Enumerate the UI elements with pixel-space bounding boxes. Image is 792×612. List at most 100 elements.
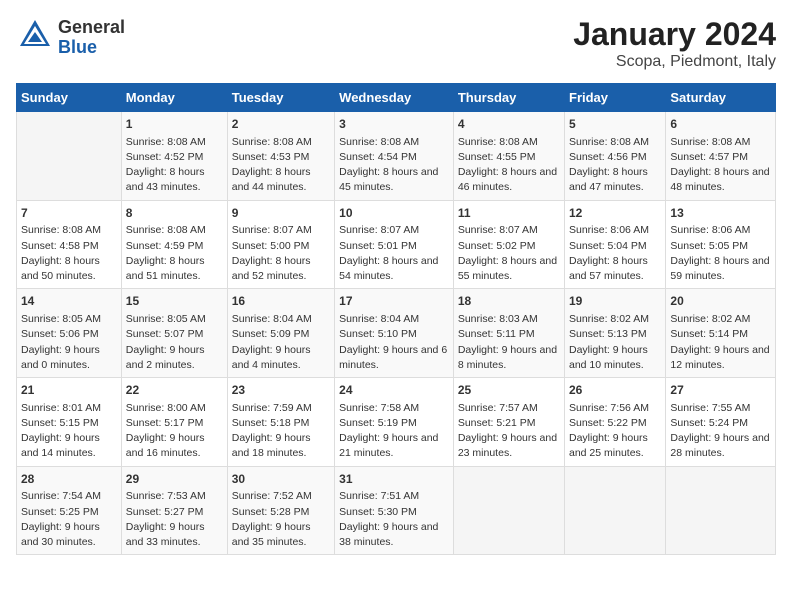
day-number: 31 <box>339 471 449 488</box>
day-info: Sunrise: 8:07 AMSunset: 5:02 PMDaylight:… <box>458 223 560 284</box>
day-number: 24 <box>339 382 449 399</box>
day-info: Sunrise: 8:02 AMSunset: 5:13 PMDaylight:… <box>569 312 661 373</box>
calendar-subtitle: Scopa, Piedmont, Italy <box>573 53 776 71</box>
day-number: 10 <box>339 205 449 222</box>
day-number: 21 <box>21 382 117 399</box>
day-info: Sunrise: 8:03 AMSunset: 5:11 PMDaylight:… <box>458 312 560 373</box>
logo: General Blue <box>16 16 125 59</box>
calendar-cell: 11Sunrise: 8:07 AMSunset: 5:02 PMDayligh… <box>453 200 564 289</box>
day-info: Sunrise: 8:00 AMSunset: 5:17 PMDaylight:… <box>126 401 223 462</box>
day-number: 4 <box>458 116 560 133</box>
day-info: Sunrise: 8:06 AMSunset: 5:05 PMDaylight:… <box>670 223 771 284</box>
calendar-cell: 26 Sunrise: 7:56 AMSunset: 5:22 PMDayligh… <box>565 378 666 467</box>
calendar-cell: 1 Sunrise: 8:08 AMSunset: 4:52 PMDaylight… <box>121 112 227 201</box>
calendar-cell: 22 Sunrise: 8:00 AMSunset: 5:17 PMDayligh… <box>121 378 227 467</box>
day-info: Sunrise: 8:02 AMSunset: 5:14 PMDaylight:… <box>670 312 771 373</box>
day-number: 25 <box>458 382 560 399</box>
day-info: Sunrise: 8:01 AMSunset: 5:15 PMDaylight:… <box>21 401 117 462</box>
day-number: 27 <box>670 382 771 399</box>
day-number: 2 <box>232 116 330 133</box>
day-number: 9 <box>232 205 330 222</box>
day-info: Sunrise: 8:06 AMSunset: 5:04 PMDaylight:… <box>569 223 661 284</box>
day-number: 1 <box>126 116 223 133</box>
day-info: Sunrise: 7:55 AMSunset: 5:24 PMDaylight:… <box>670 401 771 462</box>
day-number: 30 <box>232 471 330 488</box>
day-number: 20 <box>670 293 771 310</box>
calendar-cell: 30Sunrise: 7:52 AMSunset: 5:28 PMDayligh… <box>227 466 334 555</box>
header-thursday: Thursday <box>453 84 564 112</box>
calendar-cell: 24Sunrise: 7:58 AMSunset: 5:19 PMDayligh… <box>335 378 454 467</box>
logo-general-text: General <box>58 18 125 38</box>
day-number: 7 <box>21 205 117 222</box>
calendar-cell: 12Sunrise: 8:06 AMSunset: 5:04 PMDayligh… <box>565 200 666 289</box>
calendar-cell: 29Sunrise: 7:53 AMSunset: 5:27 PMDayligh… <box>121 466 227 555</box>
calendar-cell: 8Sunrise: 8:08 AMSunset: 4:59 PMDaylight… <box>121 200 227 289</box>
day-number: 8 <box>126 205 223 222</box>
day-info: Sunrise: 8:04 AMSunset: 5:09 PMDaylight:… <box>232 312 330 373</box>
calendar-cell: 16 Sunrise: 8:04 AMSunset: 5:09 PMDayligh… <box>227 289 334 378</box>
day-info: Sunrise: 8:05 AMSunset: 5:07 PMDaylight:… <box>126 312 223 373</box>
calendar-cell: 20 Sunrise: 8:02 AMSunset: 5:14 PMDayligh… <box>666 289 776 378</box>
day-number: 5 <box>569 116 661 133</box>
calendar-title: January 2024 <box>573 16 776 53</box>
title-block: January 2024 Scopa, Piedmont, Italy <box>573 16 776 71</box>
day-info: Sunrise: 7:56 AMSunset: 5:22 PMDaylight:… <box>569 401 661 462</box>
day-info: Sunrise: 7:54 AMSunset: 5:25 PMDaylight:… <box>21 489 117 550</box>
day-info: Sunrise: 8:04 AMSunset: 5:10 PMDaylight:… <box>339 312 449 373</box>
day-number: 14 <box>21 293 117 310</box>
header-friday: Friday <box>565 84 666 112</box>
day-info: Sunrise: 8:08 AMSunset: 4:59 PMDaylight:… <box>126 223 223 284</box>
calendar-week-row: 14 Sunrise: 8:05 AMSunset: 5:06 PMDayligh… <box>17 289 776 378</box>
day-info: Sunrise: 7:53 AMSunset: 5:27 PMDaylight:… <box>126 489 223 550</box>
calendar-week-row: 1 Sunrise: 8:08 AMSunset: 4:52 PMDaylight… <box>17 112 776 201</box>
day-info: Sunrise: 8:08 AMSunset: 4:52 PMDaylight:… <box>126 135 223 196</box>
calendar-cell: 3Sunrise: 8:08 AMSunset: 4:54 PMDaylight… <box>335 112 454 201</box>
calendar-header-row: SundayMondayTuesdayWednesdayThursdayFrid… <box>17 84 776 112</box>
day-number: 16 <box>232 293 330 310</box>
calendar-week-row: 21 Sunrise: 8:01 AMSunset: 5:15 PMDayligh… <box>17 378 776 467</box>
calendar-cell: 28Sunrise: 7:54 AMSunset: 5:25 PMDayligh… <box>17 466 122 555</box>
day-number: 17 <box>339 293 449 310</box>
day-number: 18 <box>458 293 560 310</box>
calendar-cell <box>666 466 776 555</box>
header-sunday: Sunday <box>17 84 122 112</box>
day-info: Sunrise: 7:52 AMSunset: 5:28 PMDaylight:… <box>232 489 330 550</box>
calendar-cell: 5Sunrise: 8:08 AMSunset: 4:56 PMDaylight… <box>565 112 666 201</box>
calendar-cell: 23Sunrise: 7:59 AMSunset: 5:18 PMDayligh… <box>227 378 334 467</box>
calendar-week-row: 28Sunrise: 7:54 AMSunset: 5:25 PMDayligh… <box>17 466 776 555</box>
day-number: 29 <box>126 471 223 488</box>
day-info: Sunrise: 8:05 AMSunset: 5:06 PMDaylight:… <box>21 312 117 373</box>
header-saturday: Saturday <box>666 84 776 112</box>
calendar-cell: 2Sunrise: 8:08 AMSunset: 4:53 PMDaylight… <box>227 112 334 201</box>
calendar-week-row: 7Sunrise: 8:08 AMSunset: 4:58 PMDaylight… <box>17 200 776 289</box>
day-number: 12 <box>569 205 661 222</box>
day-info: Sunrise: 7:51 AMSunset: 5:30 PMDaylight:… <box>339 489 449 550</box>
calendar-cell: 14 Sunrise: 8:05 AMSunset: 5:06 PMDayligh… <box>17 289 122 378</box>
calendar-cell: 6 Sunrise: 8:08 AMSunset: 4:57 PMDaylight… <box>666 112 776 201</box>
day-number: 28 <box>21 471 117 488</box>
calendar-cell: 13Sunrise: 8:06 AMSunset: 5:05 PMDayligh… <box>666 200 776 289</box>
logo-blue-text: Blue <box>58 38 125 58</box>
logo-icon <box>16 16 54 54</box>
day-number: 19 <box>569 293 661 310</box>
day-info: Sunrise: 8:08 AMSunset: 4:55 PMDaylight:… <box>458 135 560 196</box>
day-number: 22 <box>126 382 223 399</box>
header-wednesday: Wednesday <box>335 84 454 112</box>
header-tuesday: Tuesday <box>227 84 334 112</box>
calendar-cell: 21 Sunrise: 8:01 AMSunset: 5:15 PMDayligh… <box>17 378 122 467</box>
calendar-cell: 27 Sunrise: 7:55 AMSunset: 5:24 PMDayligh… <box>666 378 776 467</box>
day-number: 26 <box>569 382 661 399</box>
day-info: Sunrise: 8:07 AMSunset: 5:01 PMDaylight:… <box>339 223 449 284</box>
calendar-cell: 25 Sunrise: 7:57 AMSunset: 5:21 PMDayligh… <box>453 378 564 467</box>
calendar-cell: 9Sunrise: 8:07 AMSunset: 5:00 PMDaylight… <box>227 200 334 289</box>
day-info: Sunrise: 8:08 AMSunset: 4:57 PMDaylight:… <box>670 135 771 196</box>
calendar-cell <box>17 112 122 201</box>
calendar-cell: 17 Sunrise: 8:04 AMSunset: 5:10 PMDayligh… <box>335 289 454 378</box>
day-info: Sunrise: 8:07 AMSunset: 5:00 PMDaylight:… <box>232 223 330 284</box>
calendar-cell: 18 Sunrise: 8:03 AMSunset: 5:11 PMDayligh… <box>453 289 564 378</box>
day-info: Sunrise: 7:57 AMSunset: 5:21 PMDaylight:… <box>458 401 560 462</box>
day-number: 6 <box>670 116 771 133</box>
day-number: 11 <box>458 205 560 222</box>
day-number: 3 <box>339 116 449 133</box>
calendar-cell: 19 Sunrise: 8:02 AMSunset: 5:13 PMDayligh… <box>565 289 666 378</box>
